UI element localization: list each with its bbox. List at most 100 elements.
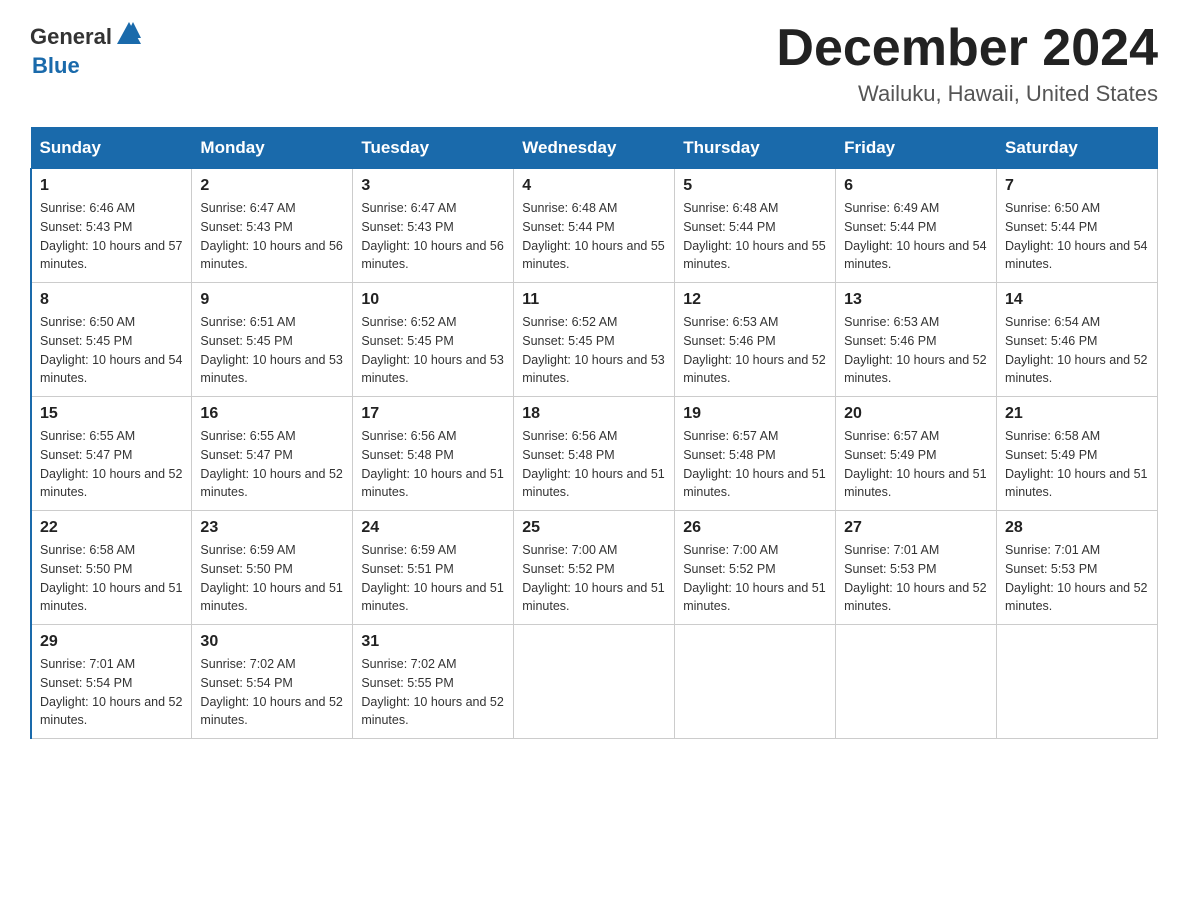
- calendar-cell: 25 Sunrise: 7:00 AMSunset: 5:52 PMDaylig…: [514, 511, 675, 625]
- logo-general-text: General: [30, 24, 112, 50]
- day-info: Sunrise: 6:46 AMSunset: 5:43 PMDaylight:…: [40, 201, 182, 271]
- day-info: Sunrise: 7:01 AMSunset: 5:54 PMDaylight:…: [40, 657, 182, 727]
- calendar-cell: 10 Sunrise: 6:52 AMSunset: 5:45 PMDaylig…: [353, 283, 514, 397]
- calendar-week-row: 22 Sunrise: 6:58 AMSunset: 5:50 PMDaylig…: [31, 511, 1158, 625]
- calendar-cell: 29 Sunrise: 7:01 AMSunset: 5:54 PMDaylig…: [31, 625, 192, 739]
- calendar-cell: 4 Sunrise: 6:48 AMSunset: 5:44 PMDayligh…: [514, 169, 675, 283]
- calendar-cell: 11 Sunrise: 6:52 AMSunset: 5:45 PMDaylig…: [514, 283, 675, 397]
- day-number: 3: [361, 177, 505, 195]
- day-number: 17: [361, 405, 505, 423]
- day-number: 27: [844, 519, 988, 537]
- header-friday: Friday: [836, 128, 997, 169]
- day-info: Sunrise: 6:48 AMSunset: 5:44 PMDaylight:…: [683, 201, 825, 271]
- calendar-cell: 14 Sunrise: 6:54 AMSunset: 5:46 PMDaylig…: [997, 283, 1158, 397]
- day-number: 25: [522, 519, 666, 537]
- calendar-cell: 15 Sunrise: 6:55 AMSunset: 5:47 PMDaylig…: [31, 397, 192, 511]
- calendar-cell: 17 Sunrise: 6:56 AMSunset: 5:48 PMDaylig…: [353, 397, 514, 511]
- calendar-week-row: 8 Sunrise: 6:50 AMSunset: 5:45 PMDayligh…: [31, 283, 1158, 397]
- header-sunday: Sunday: [31, 128, 192, 169]
- day-info: Sunrise: 6:57 AMSunset: 5:48 PMDaylight:…: [683, 429, 825, 499]
- header-saturday: Saturday: [997, 128, 1158, 169]
- day-info: Sunrise: 7:02 AMSunset: 5:54 PMDaylight:…: [200, 657, 342, 727]
- header-monday: Monday: [192, 128, 353, 169]
- day-info: Sunrise: 6:47 AMSunset: 5:43 PMDaylight:…: [361, 201, 503, 271]
- header-thursday: Thursday: [675, 128, 836, 169]
- day-number: 19: [683, 405, 827, 423]
- calendar-cell: [997, 625, 1158, 739]
- day-info: Sunrise: 6:51 AMSunset: 5:45 PMDaylight:…: [200, 315, 342, 385]
- day-number: 11: [522, 291, 666, 309]
- calendar-cell: 18 Sunrise: 6:56 AMSunset: 5:48 PMDaylig…: [514, 397, 675, 511]
- logo-blue-text: Blue: [32, 53, 80, 78]
- calendar-week-row: 29 Sunrise: 7:01 AMSunset: 5:54 PMDaylig…: [31, 625, 1158, 739]
- day-number: 20: [844, 405, 988, 423]
- header-tuesday: Tuesday: [353, 128, 514, 169]
- day-info: Sunrise: 7:00 AMSunset: 5:52 PMDaylight:…: [683, 543, 825, 613]
- calendar-cell: 9 Sunrise: 6:51 AMSunset: 5:45 PMDayligh…: [192, 283, 353, 397]
- calendar-table: SundayMondayTuesdayWednesdayThursdayFrid…: [30, 127, 1158, 739]
- calendar-cell: 20 Sunrise: 6:57 AMSunset: 5:49 PMDaylig…: [836, 397, 997, 511]
- day-info: Sunrise: 6:53 AMSunset: 5:46 PMDaylight:…: [683, 315, 825, 385]
- day-info: Sunrise: 6:54 AMSunset: 5:46 PMDaylight:…: [1005, 315, 1147, 385]
- day-info: Sunrise: 6:53 AMSunset: 5:46 PMDaylight:…: [844, 315, 986, 385]
- day-number: 29: [40, 633, 183, 651]
- day-number: 12: [683, 291, 827, 309]
- day-number: 23: [200, 519, 344, 537]
- day-info: Sunrise: 6:57 AMSunset: 5:49 PMDaylight:…: [844, 429, 986, 499]
- day-number: 24: [361, 519, 505, 537]
- day-number: 21: [1005, 405, 1149, 423]
- day-number: 28: [1005, 519, 1149, 537]
- calendar-cell: 12 Sunrise: 6:53 AMSunset: 5:46 PMDaylig…: [675, 283, 836, 397]
- day-info: Sunrise: 7:02 AMSunset: 5:55 PMDaylight:…: [361, 657, 503, 727]
- day-info: Sunrise: 6:59 AMSunset: 5:51 PMDaylight:…: [361, 543, 503, 613]
- day-info: Sunrise: 6:52 AMSunset: 5:45 PMDaylight:…: [522, 315, 664, 385]
- calendar-cell: 8 Sunrise: 6:50 AMSunset: 5:45 PMDayligh…: [31, 283, 192, 397]
- day-info: Sunrise: 6:56 AMSunset: 5:48 PMDaylight:…: [522, 429, 664, 499]
- calendar-week-row: 1 Sunrise: 6:46 AMSunset: 5:43 PMDayligh…: [31, 169, 1158, 283]
- calendar-cell: 23 Sunrise: 6:59 AMSunset: 5:50 PMDaylig…: [192, 511, 353, 625]
- calendar-cell: [675, 625, 836, 739]
- day-number: 22: [40, 519, 183, 537]
- calendar-cell: 28 Sunrise: 7:01 AMSunset: 5:53 PMDaylig…: [997, 511, 1158, 625]
- header-wednesday: Wednesday: [514, 128, 675, 169]
- calendar-header-row: SundayMondayTuesdayWednesdayThursdayFrid…: [31, 128, 1158, 169]
- day-info: Sunrise: 6:56 AMSunset: 5:48 PMDaylight:…: [361, 429, 503, 499]
- day-number: 5: [683, 177, 827, 195]
- day-info: Sunrise: 6:59 AMSunset: 5:50 PMDaylight:…: [200, 543, 342, 613]
- calendar-cell: 26 Sunrise: 7:00 AMSunset: 5:52 PMDaylig…: [675, 511, 836, 625]
- calendar-cell: 7 Sunrise: 6:50 AMSunset: 5:44 PMDayligh…: [997, 169, 1158, 283]
- calendar-cell: 31 Sunrise: 7:02 AMSunset: 5:55 PMDaylig…: [353, 625, 514, 739]
- day-info: Sunrise: 6:52 AMSunset: 5:45 PMDaylight:…: [361, 315, 503, 385]
- day-number: 30: [200, 633, 344, 651]
- day-info: Sunrise: 6:47 AMSunset: 5:43 PMDaylight:…: [200, 201, 342, 271]
- day-number: 31: [361, 633, 505, 651]
- calendar-cell: 27 Sunrise: 7:01 AMSunset: 5:53 PMDaylig…: [836, 511, 997, 625]
- location-text: Wailuku, Hawaii, United States: [776, 81, 1158, 107]
- calendar-cell: 5 Sunrise: 6:48 AMSunset: 5:44 PMDayligh…: [675, 169, 836, 283]
- day-info: Sunrise: 6:58 AMSunset: 5:50 PMDaylight:…: [40, 543, 182, 613]
- day-number: 2: [200, 177, 344, 195]
- calendar-cell: 19 Sunrise: 6:57 AMSunset: 5:48 PMDaylig…: [675, 397, 836, 511]
- day-number: 13: [844, 291, 988, 309]
- day-number: 18: [522, 405, 666, 423]
- day-number: 4: [522, 177, 666, 195]
- page-header: General Blue December 2024 Wailuku, Hawa…: [30, 20, 1158, 107]
- day-number: 15: [40, 405, 183, 423]
- day-number: 14: [1005, 291, 1149, 309]
- calendar-cell: 22 Sunrise: 6:58 AMSunset: 5:50 PMDaylig…: [31, 511, 192, 625]
- calendar-cell: 24 Sunrise: 6:59 AMSunset: 5:51 PMDaylig…: [353, 511, 514, 625]
- day-number: 6: [844, 177, 988, 195]
- calendar-cell: 6 Sunrise: 6:49 AMSunset: 5:44 PMDayligh…: [836, 169, 997, 283]
- calendar-cell: 16 Sunrise: 6:55 AMSunset: 5:47 PMDaylig…: [192, 397, 353, 511]
- day-number: 8: [40, 291, 183, 309]
- day-info: Sunrise: 6:58 AMSunset: 5:49 PMDaylight:…: [1005, 429, 1147, 499]
- day-number: 9: [200, 291, 344, 309]
- calendar-cell: 30 Sunrise: 7:02 AMSunset: 5:54 PMDaylig…: [192, 625, 353, 739]
- day-info: Sunrise: 6:55 AMSunset: 5:47 PMDaylight:…: [40, 429, 182, 499]
- calendar-cell: 3 Sunrise: 6:47 AMSunset: 5:43 PMDayligh…: [353, 169, 514, 283]
- day-info: Sunrise: 7:01 AMSunset: 5:53 PMDaylight:…: [844, 543, 986, 613]
- calendar-cell: 21 Sunrise: 6:58 AMSunset: 5:49 PMDaylig…: [997, 397, 1158, 511]
- day-info: Sunrise: 7:01 AMSunset: 5:53 PMDaylight:…: [1005, 543, 1147, 613]
- calendar-cell: 13 Sunrise: 6:53 AMSunset: 5:46 PMDaylig…: [836, 283, 997, 397]
- day-number: 10: [361, 291, 505, 309]
